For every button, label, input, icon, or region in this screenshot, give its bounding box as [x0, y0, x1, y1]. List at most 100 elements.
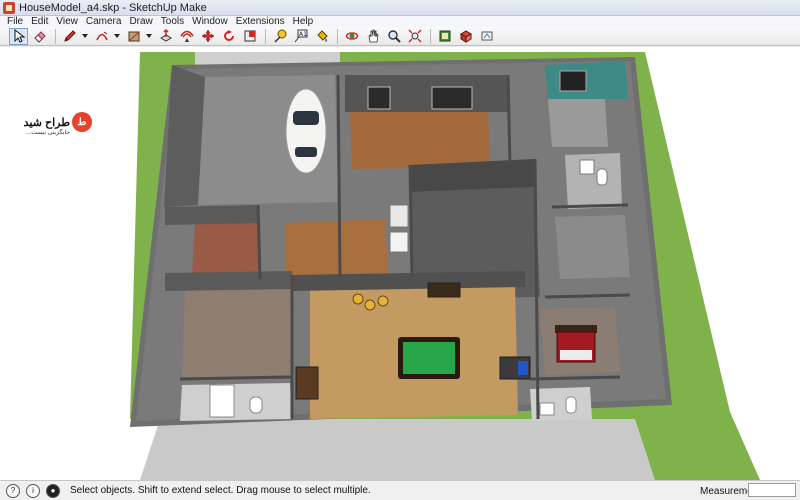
left-bathroom-floor	[180, 383, 292, 421]
move-icon	[201, 29, 214, 43]
rotate-icon	[223, 30, 234, 41]
menu-view[interactable]: View	[56, 16, 78, 27]
brick-room-floor	[192, 221, 260, 277]
bed-sheet	[560, 350, 592, 360]
right-room-upper	[555, 215, 630, 279]
menu-draw[interactable]: Draw	[129, 16, 152, 27]
zoom-extents-button[interactable]	[405, 28, 424, 45]
zoom-extents-icon	[407, 29, 422, 43]
paint-bucket-icon	[316, 30, 328, 42]
logo-name: طراح شید	[23, 117, 70, 129]
rotate-tool-button[interactable]	[219, 28, 238, 45]
eraser-tool-button[interactable]	[30, 28, 49, 45]
logo-tagline: جایگزینی نیست...	[26, 130, 70, 136]
offset-icon	[179, 30, 194, 42]
menu-file[interactable]: File	[7, 16, 23, 27]
orbit-icon	[345, 32, 358, 40]
watermark-logo: ط طراح شید جایگزینی نیست...	[24, 112, 100, 142]
menu-extensions[interactable]: Extensions	[236, 16, 285, 27]
menu-edit[interactable]: Edit	[31, 16, 48, 27]
small-room-left	[165, 205, 258, 225]
bathroom-top-floor	[548, 99, 608, 147]
pan-tool-button[interactable]	[363, 28, 382, 45]
car-windshield	[293, 111, 319, 125]
line-tool-button[interactable]	[60, 28, 79, 45]
text-tool-button[interactable]: A1	[291, 28, 310, 45]
layout-icon	[481, 31, 492, 41]
menu-tools[interactable]: Tools	[161, 16, 184, 27]
bathtub-left	[209, 384, 235, 418]
toilet-bottom-right	[565, 396, 577, 414]
main-toolbar: A1	[0, 27, 800, 46]
measurements-input[interactable]	[748, 483, 796, 497]
toilet-right	[596, 168, 608, 186]
menu-window[interactable]: Window	[192, 16, 228, 27]
car-rear-window	[295, 147, 317, 157]
dining-wood-floor	[285, 219, 388, 279]
warehouse-button[interactable]	[435, 28, 454, 45]
rectangle-icon	[128, 31, 139, 42]
logo-mark-icon: ط	[72, 112, 92, 132]
window-teal-room	[559, 70, 587, 92]
push-pull-icon	[159, 29, 172, 42]
magnifier-icon	[387, 30, 401, 43]
stove	[389, 231, 409, 253]
house-model-scene	[130, 52, 760, 480]
scale-tool-button[interactable]	[240, 28, 259, 45]
shape-tool-dropdown[interactable]	[145, 28, 153, 45]
pool-table-felt	[403, 342, 455, 374]
menu-bar: File Edit View Camera Draw Tools Window …	[0, 16, 800, 27]
orbit-tool-button[interactable]	[342, 28, 361, 45]
pan-hand-icon	[368, 29, 378, 43]
line-tool-dropdown[interactable]	[81, 28, 89, 45]
brown-cabinet-left	[295, 366, 319, 400]
extension-icon	[459, 30, 472, 43]
credits-icon[interactable]: i	[26, 483, 40, 498]
menu-camera[interactable]: Camera	[86, 16, 122, 27]
bar-stool	[364, 299, 376, 311]
push-pull-tool-button[interactable]	[156, 28, 175, 45]
sink-bottom-right	[539, 402, 555, 416]
paint-bucket-tool-button[interactable]	[312, 28, 331, 45]
toilet-left	[249, 396, 263, 414]
status-bar: ? i ● Select objects. Shift to extend se…	[0, 480, 800, 500]
window-kitchen-right	[431, 86, 473, 110]
bar-stool	[352, 293, 364, 305]
move-tool-button[interactable]	[198, 28, 217, 45]
status-message: Select objects. Shift to extend select. …	[70, 485, 371, 496]
front-walkway	[140, 419, 655, 480]
arc-tool-button[interactable]	[92, 28, 111, 45]
pencil-icon	[63, 30, 76, 42]
offset-tool-button[interactable]	[177, 28, 196, 45]
title-bar: HouseModel_a4.skp - SketchUp Make	[0, 0, 800, 16]
model-viewport[interactable]: ط طراح شید جایگزینی نیست...	[0, 47, 800, 480]
arc-tool-dropdown[interactable]	[113, 28, 121, 45]
text-icon: A1	[294, 29, 307, 43]
zoom-tool-button[interactable]	[384, 28, 403, 45]
svg-text:A1: A1	[299, 31, 307, 38]
car-body	[285, 88, 327, 174]
send-to-layout-button[interactable]	[477, 28, 496, 45]
blue-trash-bin	[518, 361, 528, 375]
menu-help[interactable]: Help	[293, 16, 314, 27]
extension-warehouse-button[interactable]	[456, 28, 475, 45]
tape-measure-tool-button[interactable]	[270, 28, 289, 45]
window-title: HouseModel_a4.skp - SketchUp Make	[19, 1, 207, 14]
select-tool-button[interactable]	[9, 27, 28, 45]
shape-tool-button[interactable]	[124, 28, 143, 45]
kitchen-wood-floor	[350, 112, 490, 169]
window-kitchen-left	[367, 86, 391, 110]
warehouse-icon	[439, 30, 450, 42]
tv-cabinet	[427, 282, 461, 298]
eraser-icon	[33, 31, 46, 43]
tape-measure-icon	[273, 29, 286, 43]
user-account-icon[interactable]: ●	[46, 483, 60, 498]
left-bedroom-wall	[165, 271, 292, 291]
arc-icon	[95, 31, 108, 41]
fridge	[389, 204, 409, 228]
bar-stool	[377, 295, 389, 307]
left-bedroom-floor	[182, 285, 292, 379]
sketchup-app-icon	[3, 1, 15, 14]
scale-icon	[244, 30, 255, 42]
geo-location-icon[interactable]: ?	[6, 483, 20, 498]
